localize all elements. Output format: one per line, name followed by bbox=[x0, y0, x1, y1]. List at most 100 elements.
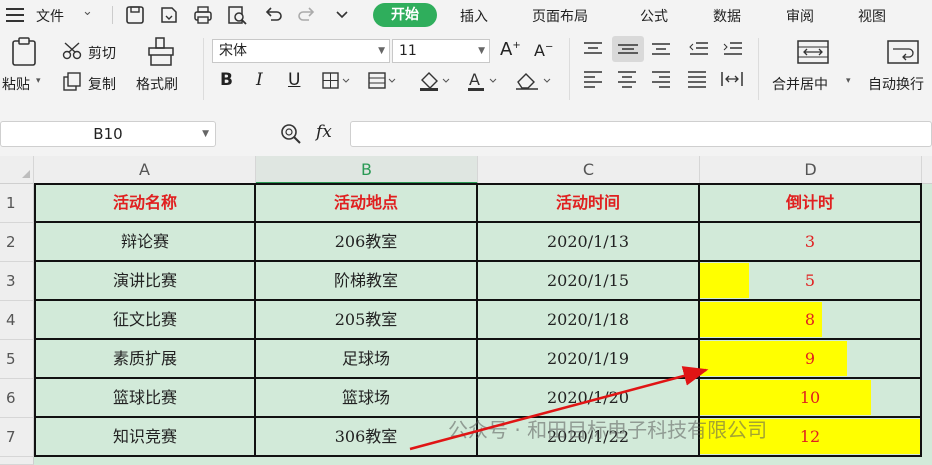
clear-format-icon[interactable] bbox=[514, 70, 554, 96]
countdown-cell[interactable]: 8 bbox=[700, 301, 922, 340]
underline-button[interactable]: U bbox=[288, 70, 300, 90]
table-cell[interactable]: 演讲比赛 bbox=[36, 262, 256, 301]
decrease-font-size-icon[interactable]: A− bbox=[534, 41, 553, 60]
table-header-cell[interactable]: 活动名称 bbox=[36, 185, 256, 223]
tab-formulas[interactable]: 公式 bbox=[640, 6, 668, 26]
merge-center-label[interactable]: 合并居中 bbox=[772, 74, 828, 94]
name-box[interactable]: B10 ▼ bbox=[0, 121, 216, 147]
cut-icon[interactable] bbox=[62, 42, 84, 64]
align-top-icon[interactable] bbox=[582, 40, 604, 62]
row-header[interactable]: 6 bbox=[0, 379, 34, 418]
paste-icon[interactable] bbox=[8, 36, 40, 72]
countdown-cell[interactable]: 9 bbox=[700, 340, 922, 379]
format-painter-label[interactable]: 格式刷 bbox=[136, 74, 178, 94]
font-color-icon[interactable]: A bbox=[466, 70, 500, 96]
cut-label[interactable]: 剪切 bbox=[88, 43, 116, 63]
row-header[interactable]: 1 bbox=[0, 184, 34, 223]
file-dropdown-chevron-icon[interactable]: ⌄ bbox=[82, 4, 93, 19]
tab-review[interactable]: 审阅 bbox=[786, 6, 814, 26]
align-left-icon[interactable] bbox=[582, 70, 604, 92]
font-name-select[interactable]: 宋体 ▼ bbox=[212, 39, 390, 63]
print-icon[interactable] bbox=[192, 4, 214, 26]
table-cell[interactable]: 征文比赛 bbox=[36, 301, 256, 340]
table-cell[interactable]: 2020/1/13 bbox=[478, 223, 700, 262]
row-header[interactable]: 5 bbox=[0, 340, 34, 379]
column-header-b[interactable]: B bbox=[256, 156, 478, 184]
row-header[interactable] bbox=[0, 457, 34, 465]
table-cell[interactable]: 篮球比赛 bbox=[36, 379, 256, 418]
zoom-search-icon[interactable] bbox=[280, 123, 302, 149]
borders-icon[interactable] bbox=[322, 72, 352, 94]
increase-font-size-icon[interactable]: A+ bbox=[500, 39, 521, 60]
undo-icon[interactable] bbox=[262, 4, 284, 26]
insert-function-button[interactable]: fx bbox=[316, 122, 332, 142]
paste-label[interactable]: 粘贴 bbox=[2, 74, 30, 94]
column-header-a[interactable]: A bbox=[34, 156, 256, 184]
column-header-d[interactable]: D bbox=[700, 156, 922, 184]
table-cell[interactable]: 206教室 bbox=[256, 223, 478, 262]
select-all-corner[interactable] bbox=[0, 156, 34, 184]
table-cell[interactable]: 知识竞赛 bbox=[36, 418, 256, 457]
table-cell[interactable]: 2020/1/15 bbox=[478, 262, 700, 301]
tab-start[interactable]: 开始 bbox=[373, 3, 437, 27]
table-cell[interactable]: 足球场 bbox=[256, 340, 478, 379]
merge-center-chevron-icon[interactable]: ▾ bbox=[846, 76, 851, 86]
align-right-icon[interactable] bbox=[650, 70, 672, 92]
wrap-text-label[interactable]: 自动换行 bbox=[868, 74, 924, 94]
print-preview-icon[interactable] bbox=[226, 4, 248, 26]
merge-center-icon[interactable] bbox=[796, 38, 830, 70]
table-cell[interactable]: 205教室 bbox=[256, 301, 478, 340]
fill-color-icon[interactable] bbox=[418, 70, 452, 96]
menu-bar: 文件 ⌄ 开始 插入 页面布局 公式 数据 审阅 视图 bbox=[0, 0, 932, 30]
countdown-cell[interactable]: 10 bbox=[700, 379, 922, 418]
italic-button[interactable]: I bbox=[256, 70, 263, 90]
row-header[interactable]: 2 bbox=[0, 223, 34, 262]
align-bottom-icon[interactable] bbox=[650, 40, 672, 62]
tab-data[interactable]: 数据 bbox=[713, 6, 741, 26]
hamburger-menu-icon[interactable] bbox=[6, 7, 26, 27]
table-cell[interactable]: 2020/1/19 bbox=[478, 340, 700, 379]
bold-button[interactable]: B bbox=[220, 70, 233, 90]
copy-label[interactable]: 复制 bbox=[88, 74, 116, 94]
countdown-cell[interactable]: 5 bbox=[700, 262, 922, 301]
align-middle-icon[interactable] bbox=[612, 36, 644, 62]
align-center-icon[interactable] bbox=[616, 70, 638, 92]
table-cell[interactable]: 篮球场 bbox=[256, 379, 478, 418]
paste-chevron-icon[interactable]: ▾ bbox=[36, 76, 41, 86]
table-cell[interactable]: 素质扩展 bbox=[36, 340, 256, 379]
formula-input[interactable] bbox=[350, 121, 932, 147]
row-header[interactable]: 4 bbox=[0, 301, 34, 340]
column-header-e[interactable] bbox=[922, 156, 932, 184]
table-header-cell[interactable]: 倒计时 bbox=[700, 185, 922, 223]
copy-icon[interactable] bbox=[62, 72, 84, 96]
save-icon[interactable] bbox=[124, 4, 146, 26]
column-e-cells[interactable] bbox=[922, 184, 932, 465]
table-cell[interactable]: 2020/1/20 bbox=[478, 379, 700, 418]
table-cell[interactable]: 306教室 bbox=[256, 418, 478, 457]
distributed-align-icon[interactable] bbox=[720, 70, 744, 92]
table-cell[interactable]: 阶梯教室 bbox=[256, 262, 478, 301]
column-header-c[interactable]: C bbox=[478, 156, 700, 184]
increase-indent-icon[interactable] bbox=[722, 40, 744, 62]
decrease-indent-icon[interactable] bbox=[688, 40, 710, 62]
customize-toolbar-chevron-icon[interactable] bbox=[334, 6, 356, 28]
row-header[interactable]: 3 bbox=[0, 262, 34, 301]
cell-fill-pattern-icon[interactable] bbox=[368, 72, 398, 94]
tab-view[interactable]: 视图 bbox=[858, 6, 886, 26]
tab-insert[interactable]: 插入 bbox=[460, 6, 488, 26]
format-painter-icon[interactable] bbox=[146, 36, 176, 72]
table-cell[interactable]: 辩论赛 bbox=[36, 223, 256, 262]
wrap-text-icon[interactable] bbox=[886, 38, 920, 70]
table-cell[interactable]: 2020/1/18 bbox=[478, 301, 700, 340]
data-bar bbox=[700, 341, 847, 376]
row-header[interactable]: 7 bbox=[0, 418, 34, 457]
countdown-cell[interactable]: 3 bbox=[700, 223, 922, 262]
font-size-select[interactable]: 11 ▼ bbox=[392, 39, 490, 63]
redo-icon[interactable] bbox=[296, 4, 318, 26]
file-menu[interactable]: 文件 bbox=[36, 6, 64, 26]
tab-page-layout[interactable]: 页面布局 bbox=[532, 6, 588, 26]
table-header-cell[interactable]: 活动地点 bbox=[256, 185, 478, 223]
table-header-cell[interactable]: 活动时间 bbox=[478, 185, 700, 223]
justify-icon[interactable] bbox=[686, 70, 708, 92]
export-pdf-icon[interactable] bbox=[158, 4, 180, 26]
